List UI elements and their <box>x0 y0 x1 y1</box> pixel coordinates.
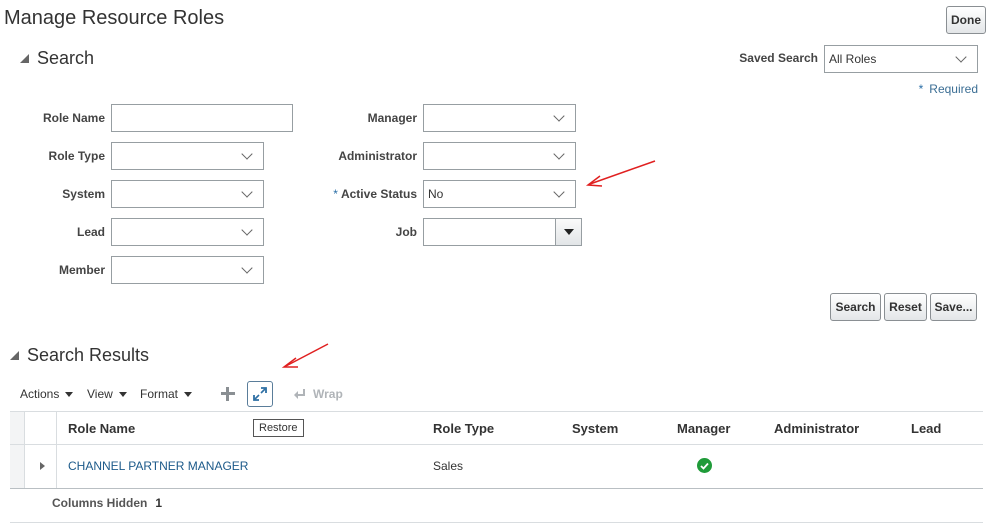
columns-hidden-label: Columns Hidden <box>52 496 148 510</box>
wrap-icon <box>294 389 305 399</box>
chevron-down-icon <box>955 51 967 63</box>
results-section-header[interactable]: Search Results <box>10 345 149 366</box>
triangle-down-icon <box>20 54 29 63</box>
column-header-system[interactable]: System <box>572 421 618 436</box>
reset-button-label: Reset <box>889 300 922 314</box>
triangle-down-icon <box>563 229 574 235</box>
search-heading: Search <box>37 48 95 68</box>
done-button[interactable]: Done <box>946 6 986 34</box>
check-circle-icon <box>697 458 712 473</box>
role-name-link[interactable]: CHANNEL PARTNER MANAGER <box>68 459 248 473</box>
chevron-down-icon <box>553 148 565 160</box>
column-header-lead[interactable]: Lead <box>911 421 941 436</box>
format-label: Format <box>140 387 179 401</box>
column-header-role-name[interactable]: Role Name <box>68 421 135 436</box>
saved-search-label: Saved Search <box>739 51 818 65</box>
required-star-icon: * <box>918 82 924 96</box>
page-title: Manage Resource Roles <box>4 7 225 29</box>
column-header-manager[interactable]: Manager <box>677 421 730 436</box>
role-name-label: Role Name <box>42 111 105 125</box>
red-arrow-icon <box>281 343 329 368</box>
footer-divider <box>10 522 983 523</box>
job-combobox[interactable] <box>423 218 582 246</box>
system-select[interactable] <box>111 180 264 208</box>
active-status-value: No <box>428 187 444 201</box>
column-divider <box>56 412 57 488</box>
restore-icon <box>253 387 267 401</box>
wrap-button[interactable]: Wrap <box>293 387 343 401</box>
column-header-role-type[interactable]: Role Type <box>433 421 494 436</box>
lead-label: Lead <box>76 225 105 239</box>
chevron-down-icon <box>241 148 253 160</box>
triangle-down-icon <box>10 351 19 360</box>
view-label: View <box>87 387 113 401</box>
active-status-select[interactable]: No <box>423 180 576 208</box>
active-status-label: Active Status <box>340 187 417 201</box>
role-type-label: Role Type <box>48 149 105 163</box>
job-dropdown-button[interactable] <box>555 219 581 245</box>
job-label: Job <box>395 225 417 239</box>
columns-hidden-count: 1 <box>155 496 163 510</box>
triangle-down-icon <box>118 391 127 397</box>
table-bottom-border <box>10 488 983 489</box>
role-type-cell: Sales <box>433 459 464 473</box>
required-star-icon: * <box>333 187 338 201</box>
triangle-down-icon <box>184 391 193 397</box>
chevron-down-icon <box>241 224 253 236</box>
table-row-gutter <box>10 412 24 488</box>
save-button-label: Save... <box>934 300 973 314</box>
actions-label: Actions <box>20 387 60 401</box>
format-menu[interactable]: Format <box>140 387 193 401</box>
chevron-down-icon <box>241 262 253 274</box>
chevron-down-icon <box>553 186 565 198</box>
required-note: * Required <box>900 82 978 96</box>
restore-button[interactable] <box>247 381 273 407</box>
plus-icon[interactable] <box>220 386 236 402</box>
done-button-label: Done <box>951 13 981 27</box>
save-search-button[interactable]: Save... <box>930 293 977 321</box>
role-name-input[interactable] <box>111 104 293 132</box>
wrap-label: Wrap <box>313 387 343 401</box>
administrator-select[interactable] <box>423 142 576 170</box>
table-top-border <box>10 411 983 412</box>
restore-tooltip: Restore <box>253 419 304 437</box>
system-label: System <box>62 187 105 201</box>
columns-hidden-status: Columns Hidden 1 <box>52 496 162 510</box>
administrator-label: Administrator <box>338 149 417 163</box>
role-type-select[interactable] <box>111 142 264 170</box>
manager-label: Manager <box>367 111 417 125</box>
actions-menu[interactable]: Actions <box>20 387 74 401</box>
triangle-down-icon <box>65 391 74 397</box>
results-heading: Search Results <box>27 345 150 365</box>
header-bottom-border <box>10 444 983 445</box>
column-divider <box>24 412 25 488</box>
expand-row-icon[interactable] <box>40 462 45 470</box>
member-select[interactable] <box>111 256 264 284</box>
column-header-administrator[interactable]: Administrator <box>774 421 859 436</box>
member-label: Member <box>58 263 105 277</box>
active-status-label-group: * Active Status <box>300 187 417 201</box>
chevron-down-icon <box>553 110 565 122</box>
lead-select[interactable] <box>111 218 264 246</box>
view-menu[interactable]: View <box>87 387 127 401</box>
search-button[interactable]: Search <box>830 293 881 321</box>
search-section-header[interactable]: Search <box>20 48 94 69</box>
red-arrow-icon <box>585 160 656 187</box>
required-note-text: Required <box>929 82 978 96</box>
saved-search-value: All Roles <box>829 52 877 66</box>
manager-select[interactable] <box>423 104 576 132</box>
search-button-label: Search <box>835 300 876 314</box>
chevron-down-icon <box>241 186 253 198</box>
reset-button[interactable]: Reset <box>884 293 927 321</box>
saved-search-select[interactable]: All Roles <box>824 45 978 73</box>
